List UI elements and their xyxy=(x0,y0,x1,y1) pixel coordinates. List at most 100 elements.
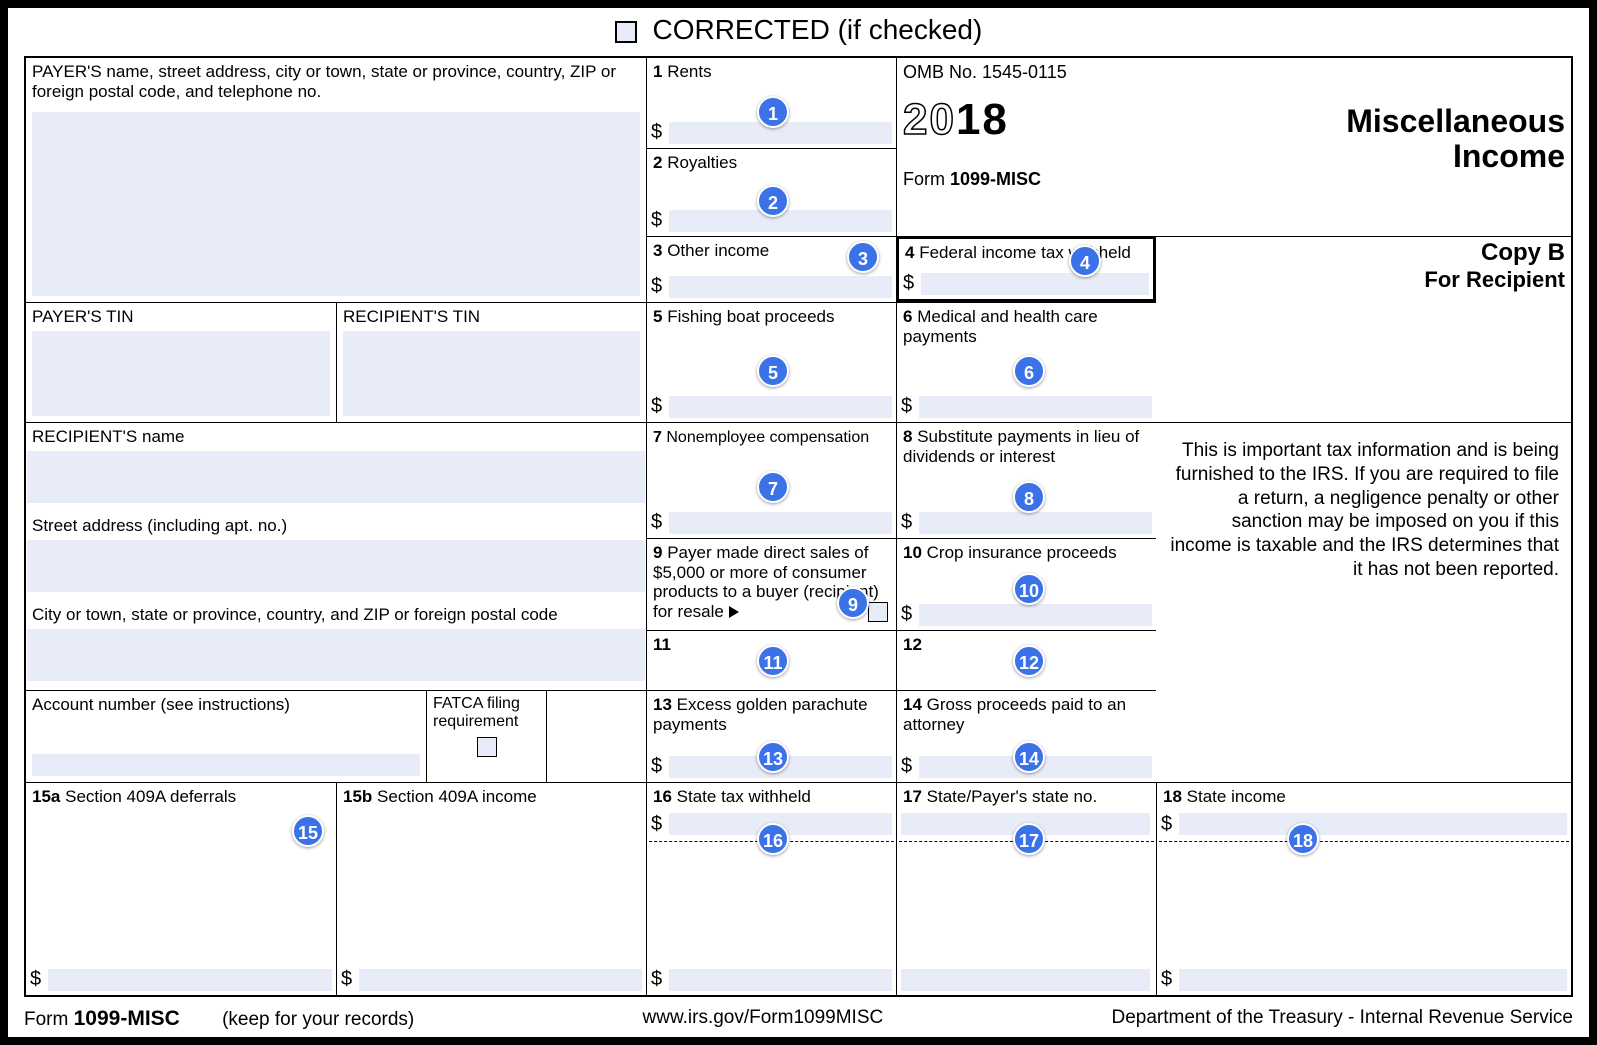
box-15b-field[interactable] xyxy=(359,969,642,991)
box-15b[interactable]: 15b Section 409A income $ xyxy=(336,782,646,995)
corrected-label: CORRECTED (if checked) xyxy=(652,14,982,45)
box-10-field[interactable] xyxy=(919,604,1152,626)
box-16-label: 16 State tax withheld xyxy=(653,787,811,806)
recipient-address-block: RECIPIENT'S name Street address (includi… xyxy=(26,422,646,690)
box-11-label: 11 xyxy=(653,635,671,654)
payer-tin-field[interactable] xyxy=(32,331,330,416)
box-5-fishing[interactable]: 5 Fishing boat proceeds $ 5 xyxy=(646,302,896,422)
recipient-name-row[interactable]: RECIPIENT'S name xyxy=(32,427,640,516)
box-6-field[interactable] xyxy=(919,396,1152,418)
box-6-medical[interactable]: 6 Medical and health care payments $ 6 xyxy=(896,302,1156,422)
copy-b-cell: Copy B For Recipient xyxy=(1156,236,1571,302)
box-14-attorney[interactable]: 14 Gross proceeds paid to an attorney $ … xyxy=(896,690,1156,782)
box-17-field-2[interactable] xyxy=(901,969,1150,991)
annotation-6-icon: 6 xyxy=(1013,355,1045,387)
payer-info-field[interactable] xyxy=(32,112,640,296)
recipient-name-field[interactable] xyxy=(27,451,645,503)
box-4-fed-tax[interactable]: 4 Federal income tax withheld $ 4 xyxy=(896,236,1156,302)
box-5-field[interactable] xyxy=(669,396,892,418)
annotation-10-icon: 10 xyxy=(1013,573,1045,605)
annotation-5-icon: 5 xyxy=(757,355,789,387)
box-18-label: 18 State income xyxy=(1163,787,1286,806)
payer-info-label: PAYER'S name, street address, city or to… xyxy=(32,62,616,101)
form-title-cell: Miscellaneous Income xyxy=(1156,58,1571,236)
recipient-tin-cell[interactable]: RECIPIENT'S TIN xyxy=(336,302,646,422)
box-16-field-2[interactable] xyxy=(669,969,892,991)
recipient-street-row[interactable]: Street address (including apt. no.) xyxy=(32,516,640,605)
recipient-tin-field[interactable] xyxy=(343,331,640,416)
tax-info-cell: This is important tax information and is… xyxy=(1156,422,1571,782)
for-recipient: For Recipient xyxy=(1162,267,1565,293)
recipient-city-field[interactable] xyxy=(27,629,645,681)
box-6-label: 6 Medical and health care payments xyxy=(903,307,1098,346)
box-15b-label: 15b Section 409A income xyxy=(343,787,537,806)
box-14-label: 14 Gross proceeds paid to an attorney xyxy=(903,695,1126,734)
annotation-15-icon: 15 xyxy=(292,815,324,847)
annotation-7-icon: 7 xyxy=(757,471,789,503)
box-7-field[interactable] xyxy=(669,512,892,534)
annotation-3-icon: 3 xyxy=(847,241,879,273)
box-10-crop[interactable]: 10 Crop insurance proceeds $ 10 xyxy=(896,538,1156,630)
account-number-field[interactable] xyxy=(32,754,420,776)
form-name: Form 1099-MISC xyxy=(903,169,1150,190)
annotation-17-icon: 17 xyxy=(1013,823,1045,855)
payer-info-cell[interactable]: PAYER'S name, street address, city or to… xyxy=(26,58,646,302)
recipient-city-row[interactable]: City or town, state or province, country… xyxy=(32,605,640,690)
box-15a[interactable]: 15a Section 409A deferrals $ 15 xyxy=(26,782,336,995)
footer-dept: Department of the Treasury - Internal Re… xyxy=(1111,1007,1573,1031)
fatca-cell[interactable]: FATCA filing requirement xyxy=(426,690,546,782)
payer-tin-label: PAYER'S TIN xyxy=(32,307,134,326)
box-18-field-1[interactable] xyxy=(1179,813,1567,835)
corrected-row: CORRECTED (if checked) xyxy=(8,8,1589,52)
box-8-field[interactable] xyxy=(919,512,1152,534)
recipient-street-field[interactable] xyxy=(27,540,645,592)
box-15a-field[interactable] xyxy=(48,969,332,991)
footer-row: Form 1099-MISC (keep for your records) w… xyxy=(24,1007,1573,1031)
box-11[interactable]: 11 11 xyxy=(646,630,896,690)
box-3-other-income[interactable]: 3 Other income $ 3 xyxy=(646,236,896,302)
recipient-tin-label: RECIPIENT'S TIN xyxy=(343,307,480,326)
annotation-14-icon: 14 xyxy=(1013,741,1045,773)
tax-year: 2018 xyxy=(903,95,1150,145)
form-title-1: Miscellaneous xyxy=(1162,104,1565,139)
box-3-label: 3 Other income xyxy=(653,241,769,260)
box-1-label: 1 Rents xyxy=(653,62,712,81)
copy-b: Copy B xyxy=(1162,239,1565,267)
box-7-label: 7 Nonemployee compensation xyxy=(653,429,869,446)
box-15a-label: 15a Section 409A deferrals xyxy=(32,787,236,806)
box-17-state-no[interactable]: 17 State/Payer's state no. 17 xyxy=(896,782,1156,995)
tax-info-text: This is important tax information and is… xyxy=(1162,427,1565,582)
annotation-1-icon: 1 xyxy=(757,96,789,128)
corrected-checkbox[interactable] xyxy=(615,21,637,43)
box-5-label: 5 Fishing boat proceeds xyxy=(653,307,834,326)
form-grid: PAYER'S name, street address, city or to… xyxy=(24,56,1573,997)
box-8-label: 8 Substitute payments in lieu of dividen… xyxy=(903,427,1139,466)
payer-tin-cell[interactable]: PAYER'S TIN xyxy=(26,302,336,422)
box-12[interactable]: 12 12 xyxy=(896,630,1156,690)
box-13-label: 13 Excess golden parachute payments xyxy=(653,695,868,734)
box-16-state-tax[interactable]: 16 State tax withheld $ $ 16 xyxy=(646,782,896,995)
box-7-nonemployee[interactable]: 7 Nonemployee compensation $ 7 xyxy=(646,422,896,538)
account-number-cell[interactable]: Account number (see instructions) xyxy=(26,690,426,782)
box-13-parachute[interactable]: 13 Excess golden parachute payments $ 13 xyxy=(646,690,896,782)
box-9-checkbox[interactable] xyxy=(868,602,888,622)
annotation-13-icon: 13 xyxy=(757,741,789,773)
account-number-label: Account number (see instructions) xyxy=(32,695,290,714)
box-18-field-2[interactable] xyxy=(1179,969,1567,991)
box-4-field[interactable] xyxy=(921,273,1149,295)
annotation-11-icon: 11 xyxy=(757,645,789,677)
box-10-label: 10 Crop insurance proceeds xyxy=(903,543,1117,562)
box-2-royalties[interactable]: 2 Royalties $ 2 xyxy=(646,148,896,236)
box-3-field[interactable] xyxy=(669,276,892,298)
recipient-street-label: Street address (including apt. no.) xyxy=(32,516,287,535)
box-8-substitute[interactable]: 8 Substitute payments in lieu of dividen… xyxy=(896,422,1156,538)
box-18-state-income[interactable]: 18 State income $ $ 18 xyxy=(1156,782,1571,995)
blank-cell xyxy=(546,690,646,782)
box-9-direct-sales[interactable]: 9 Payer made direct sales of $5,000 or m… xyxy=(646,538,896,630)
footer-url: www.irs.gov/Form1099MISC xyxy=(643,1007,884,1031)
box-1-rents[interactable]: 1 Rents $ 1 xyxy=(646,58,896,148)
box-17-label: 17 State/Payer's state no. xyxy=(903,787,1097,806)
annotation-12-icon: 12 xyxy=(1013,645,1045,677)
fatca-checkbox[interactable] xyxy=(477,737,497,757)
annotation-18-icon: 18 xyxy=(1287,823,1319,855)
